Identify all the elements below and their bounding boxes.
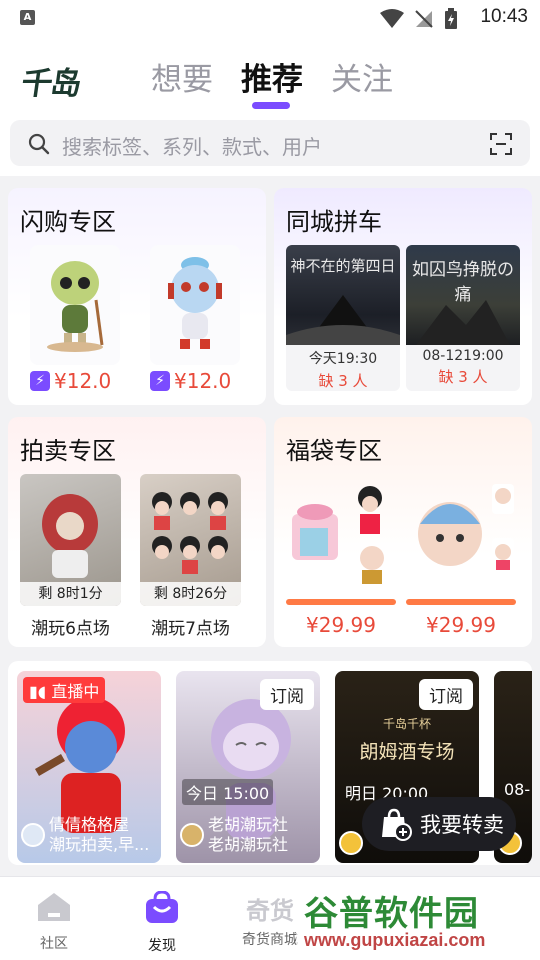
streamer-name: 老胡潮玩社 [208,815,289,834]
search-area: 搜索标签、系列、款式、用户 [0,116,540,176]
resell-button[interactable]: 我要转卖 [362,797,516,851]
lucky-bag-item[interactable]: ¥29.99 [406,474,516,637]
avatar [180,823,204,847]
product-image [150,245,240,365]
live-card[interactable]: 订阅 今日 15:00 老胡潮玩社 老胡潮玩社 [176,671,320,863]
carpool-time: 08-1219:00 [422,348,504,364]
city-carpool-title: 同城拼车 [286,208,382,236]
auction-image: 剩 8时26分 [140,474,241,606]
carpool-item[interactable]: 神不在的第四日 今天19:30 缺 3 人 [286,245,400,391]
auction-item[interactable]: 剩 8时26分 潮玩7点场 [140,474,241,639]
auction-item[interactable]: 剩 8时1分 潮玩6点场 [20,474,121,639]
carpool-time: 今天19:30 [308,351,378,367]
carpool-shortage: 缺 3 人 [318,372,368,390]
event-poster: 神不在的第四日 [286,245,400,345]
live-badge: ▮◖ 直播中 [23,677,106,703]
lucky-bag-image [286,474,396,594]
top-header: 千岛 想要 推荐 关注 [0,36,540,116]
auction-image: 剩 8时1分 [20,474,121,606]
auction-session-name: 潮玩6点场 [31,619,110,639]
tab-follow[interactable]: 关注 [331,54,393,99]
search-placeholder: 搜索标签、系列、款式、用户 [62,135,322,159]
poster-title: 朗姆酒专场 [359,741,455,763]
streamer-info: 倩倩格格屋 潮玩拍卖,早... [21,815,149,855]
auction-session-name: 潮玩7点场 [151,619,230,639]
search-icon [28,133,50,155]
nav-community[interactable]: 社区 [14,891,94,953]
lucky-bag-price: ¥29.99 [306,613,376,637]
lightning-icon: ⚡ [150,371,170,391]
bag-icon [146,890,178,923]
watermark-text: 谷普软件园 [304,894,479,934]
streamer-name: 倩倩格格屋 [49,815,130,834]
lucky-bag-price: ¥29.99 [426,613,496,637]
subscribe-button[interactable]: 订阅 [419,679,473,710]
auction-remaining: 剩 8时26分 [140,582,241,606]
auction-card[interactable]: 拍卖专区 剩 8时1分 潮玩6点场 剩 8时26分 潮玩7点场 [8,417,266,647]
auction-remaining: 剩 8时1分 [20,582,121,606]
carpool-shortage: 缺 3 人 [438,368,488,386]
flash-item[interactable]: ⚡ ¥12.0 [30,245,120,393]
scan-icon[interactable] [490,133,512,155]
lucky-bag-image [406,474,516,594]
poster-brand: 千岛千杯 [382,717,431,731]
stream-title: 潮玩拍卖,早... [49,835,150,854]
status-bar: A 10:43 [0,0,540,36]
active-tab-indicator [252,102,290,109]
progress-bar [406,599,516,605]
progress-bar [286,599,396,605]
auction-title: 拍卖专区 [20,437,116,465]
app-notification-icon: A [20,10,35,25]
wifi-icon [380,9,404,28]
nav-discover[interactable]: 发现 [122,890,202,955]
lucky-bag-card[interactable]: 福袋专区 ¥29.99 ¥29.99 [274,417,532,647]
stream-title: 老胡潮玩社 [208,835,289,854]
live-card[interactable]: ▮◖ 直播中 倩倩格格屋 潮玩拍卖,早... [17,671,161,863]
battery-charging-icon [445,8,457,29]
flash-sale-title: 闪购专区 [20,208,116,236]
stream-time: 今日 15:00 [182,779,274,805]
lucky-bag-item[interactable]: ¥29.99 [286,474,396,637]
lightning-icon: ⚡ [30,371,50,391]
flash-price: ⚡ ¥12.0 [30,369,120,393]
carpool-item[interactable]: 如囚鸟挣脱の痛 08-1219:00 缺 3 人 [406,245,520,391]
streamer-info [339,831,363,855]
resell-label: 我要转卖 [420,813,504,837]
home-icon [38,893,70,921]
live-icon: ▮◖ [29,682,47,701]
tab-recommend[interactable]: 推荐 [241,54,303,99]
app-logo: 千岛 [18,66,83,102]
avatar [21,823,45,847]
city-carpool-card[interactable]: 同城拼车 神不在的第四日 今天19:30 缺 3 人 如囚鸟挣脱の痛 08-12… [274,188,532,405]
lucky-bag-title: 福袋专区 [286,437,382,465]
flash-sale-card[interactable]: 闪购专区 ⚡ ¥12.0 ⚡ ¥12.0 [8,188,266,405]
bag-plus-icon [382,808,412,841]
event-poster: 如囚鸟挣脱の痛 [406,245,520,345]
avatar [339,831,363,855]
watermark: 谷普软件园 www.gupuxiazai.com [296,884,540,960]
product-image [30,245,120,365]
flash-price: ⚡ ¥12.0 [150,369,240,393]
clock: 10:43 [480,6,528,27]
stream-time: 08- [504,780,531,799]
main-content: 闪购专区 ⚡ ¥12.0 ⚡ ¥12.0 同城拼车 神不在的第四日 今天19:30 … [0,176,540,876]
subscribe-button[interactable]: 订阅 [260,679,314,710]
status-icons [380,8,458,30]
streamer-info: 老胡潮玩社 老胡潮玩社 [180,815,288,855]
watermark-url: www.gupuxiazai.com [304,930,486,950]
no-signal-icon [415,10,433,28]
tab-want[interactable]: 想要 [151,54,213,99]
flash-item[interactable]: ⚡ ¥12.0 [150,245,240,393]
search-input[interactable]: 搜索标签、系列、款式、用户 [10,120,530,166]
